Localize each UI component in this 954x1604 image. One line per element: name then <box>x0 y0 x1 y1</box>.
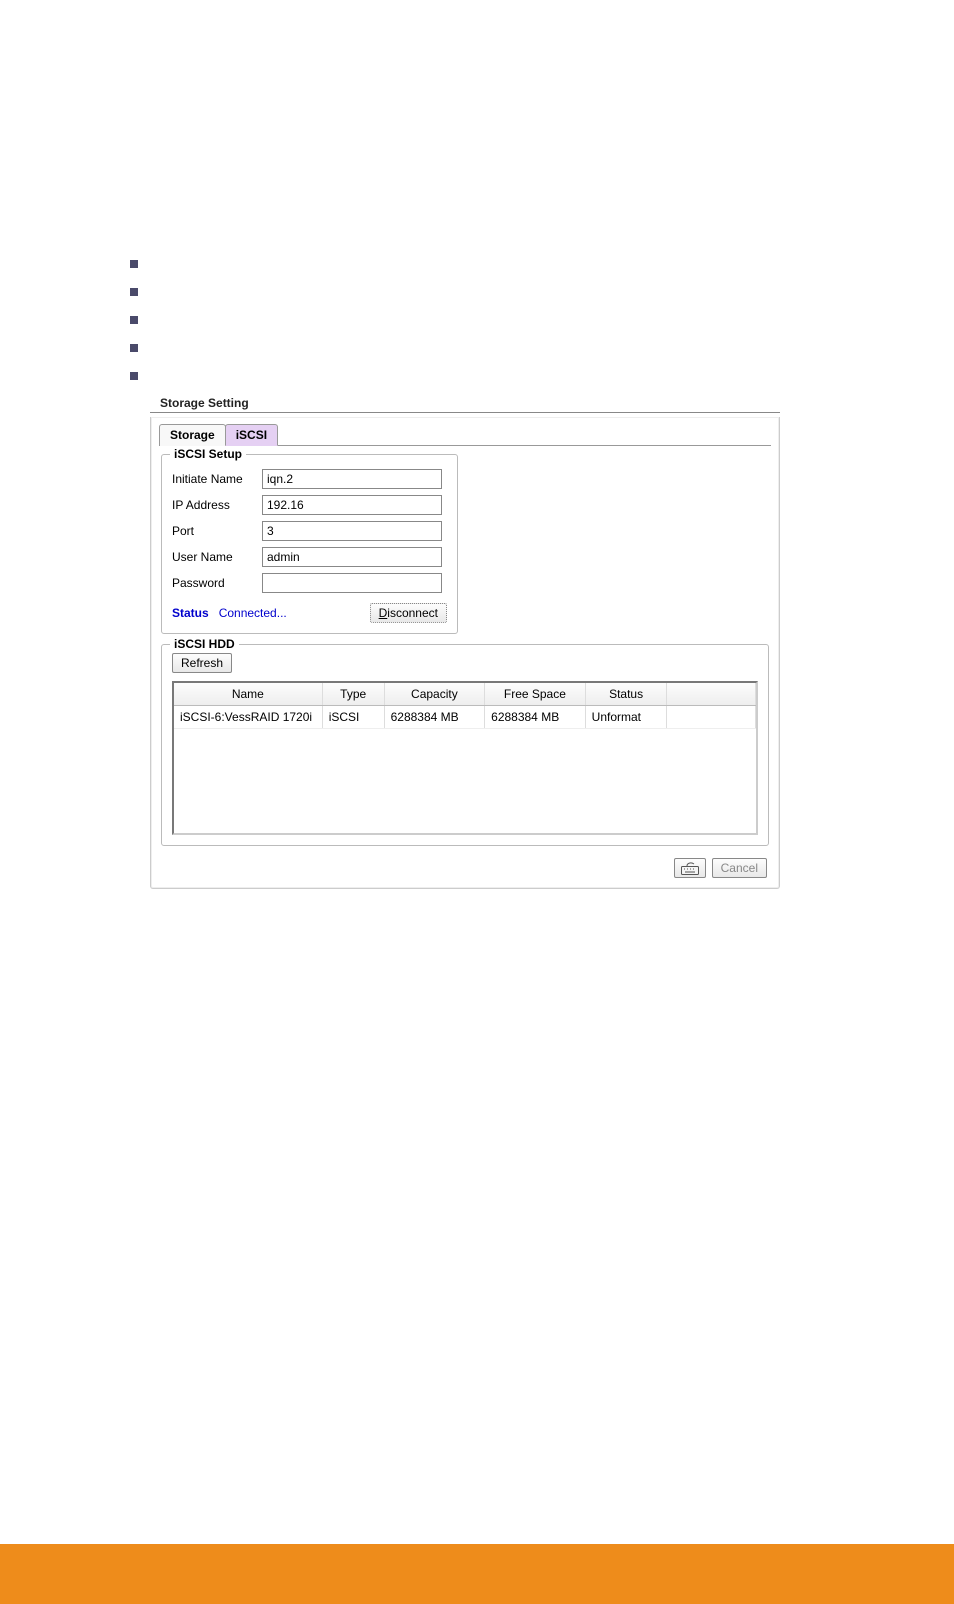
hdd-table-container[interactable]: Name Type Capacity Free Space Status iSC… <box>172 681 758 835</box>
status-value: Connected... <box>219 606 287 620</box>
footer-bar <box>0 1544 954 1604</box>
iscsi-hdd-legend: iSCSI HDD <box>170 637 239 651</box>
refresh-button[interactable]: Refresh <box>172 653 232 673</box>
keyboard-icon <box>681 861 699 875</box>
table-row[interactable]: iSCSI-6:VessRAID 1720i iSCSI 6288384 MB … <box>174 706 756 729</box>
col-free: Free Space <box>485 683 586 706</box>
on-screen-keyboard-button[interactable] <box>674 858 706 878</box>
cancel-button[interactable]: Cancel <box>712 858 767 878</box>
bullet-icon <box>130 372 138 380</box>
col-extra <box>667 683 756 706</box>
bullet-list <box>130 250 954 390</box>
password-label: Password <box>172 576 262 590</box>
port-label: Port <box>172 524 262 538</box>
iscsi-setup-legend: iSCSI Setup <box>170 447 246 461</box>
password-input[interactable] <box>262 573 442 593</box>
cell-status: Unformat <box>585 706 667 729</box>
username-input[interactable] <box>262 547 442 567</box>
bullet-icon <box>130 260 138 268</box>
storage-setting-title: Storage Setting <box>156 396 253 410</box>
cell-type: iSCSI <box>322 706 384 729</box>
storage-setting-panel: Storage iSCSI iSCSI Setup Initiate Name … <box>150 417 780 889</box>
col-type: Type <box>322 683 384 706</box>
tab-iscsi-label: iSCSI <box>236 428 267 442</box>
tab-storage-label: Storage <box>170 428 215 442</box>
iscsi-hdd-group: iSCSI HDD Refresh Name Type Capacity Fre… <box>161 644 769 846</box>
bullet-icon <box>130 344 138 352</box>
status-label: Status <box>172 606 209 620</box>
initiate-name-label: Initiate Name <box>172 472 262 486</box>
disconnect-button[interactable]: Disconnect <box>370 603 447 623</box>
disconnect-label-rest: isconnect <box>387 606 438 620</box>
cell-extra <box>667 706 756 729</box>
cancel-label: Cancel <box>721 861 758 875</box>
refresh-label: Refresh <box>181 656 223 670</box>
tab-iscsi[interactable]: iSCSI <box>225 424 278 446</box>
col-capacity: Capacity <box>384 683 485 706</box>
cell-name: iSCSI-6:VessRAID 1720i <box>174 706 322 729</box>
col-status: Status <box>585 683 667 706</box>
cell-capacity: 6288384 MB <box>384 706 485 729</box>
hdd-table: Name Type Capacity Free Space Status iSC… <box>174 683 756 729</box>
col-name: Name <box>174 683 322 706</box>
tabs: Storage iSCSI <box>159 423 771 446</box>
cell-free: 6288384 MB <box>485 706 586 729</box>
iscsi-setup-group: iSCSI Setup Initiate Name IP Address Por… <box>161 454 458 634</box>
bullet-icon <box>130 316 138 324</box>
ip-address-label: IP Address <box>172 498 262 512</box>
bullet-icon <box>130 288 138 296</box>
port-input[interactable] <box>262 521 442 541</box>
username-label: User Name <box>172 550 262 564</box>
initiate-name-input[interactable] <box>262 469 442 489</box>
tab-storage[interactable]: Storage <box>159 424 226 446</box>
ip-address-input[interactable] <box>262 495 442 515</box>
